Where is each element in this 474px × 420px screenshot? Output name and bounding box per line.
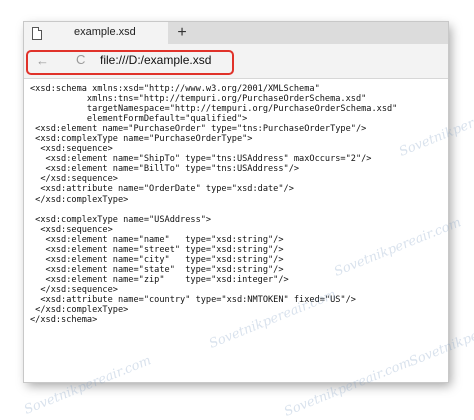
- code-line: </xsd:schema>: [30, 315, 98, 326]
- code-line: <xsd:complexType name="PurchaseOrderType…: [30, 134, 253, 145]
- browser-window: example.xsd + ← C file:///D:/example.xsd…: [24, 22, 448, 382]
- code-line: </xsd:sequence>: [30, 284, 118, 295]
- code-line: <xsd:element name="city" type="xsd:strin…: [30, 254, 284, 265]
- xsd-document-content: <xsd:schema xmlns:xsd="http://www.w3.org…: [30, 84, 444, 374]
- code-line: <xsd:sequence>: [30, 144, 113, 155]
- tab-example-xsd[interactable]: example.xsd: [24, 22, 168, 44]
- code-line: </xsd:sequence>: [30, 174, 118, 185]
- code-line: elementFormDefault="qualified">: [30, 114, 248, 125]
- tab-title: example.xsd: [74, 26, 136, 38]
- code-line: <xsd:element name="name" type="xsd:strin…: [30, 234, 284, 245]
- page-icon: [32, 27, 42, 40]
- code-line: <xsd:element name="BillTo" type="tns:USA…: [30, 164, 300, 175]
- code-line: </xsd:complexType>: [30, 194, 129, 205]
- code-line: <xsd:attribute name="OrderDate" type="xs…: [30, 184, 294, 195]
- tab-bar: example.xsd +: [24, 22, 448, 44]
- code-line: targetNamespace="http://tempuri.org/Purc…: [30, 104, 398, 115]
- address-highlight-box: [26, 50, 234, 75]
- code-line: <xsd:element name="street" type="xsd:str…: [30, 244, 284, 255]
- code-line: <xsd:element name="state" type="xsd:stri…: [30, 264, 284, 275]
- code-line: <xsd:element name="ShipTo" type="tns:USA…: [30, 154, 372, 165]
- code-line: <xsd:complexType name="USAddress">: [30, 214, 212, 225]
- code-line: <xsd:sequence>: [30, 224, 113, 235]
- code-line: <xsd:element name="zip" type="xsd:intege…: [30, 274, 289, 285]
- code-line: <xsd:attribute name="country" type="xsd:…: [30, 294, 356, 305]
- new-tab-icon[interactable]: +: [174, 22, 190, 44]
- code-line: xmlns:tns="http://tempuri.org/PurchaseOr…: [30, 94, 367, 105]
- code-line: <xsd:element name="PurchaseOrder" type="…: [30, 124, 367, 135]
- code-line: <xsd:schema xmlns:xsd="http://www.w3.org…: [30, 84, 320, 94]
- code-line: </xsd:complexType>: [30, 305, 129, 316]
